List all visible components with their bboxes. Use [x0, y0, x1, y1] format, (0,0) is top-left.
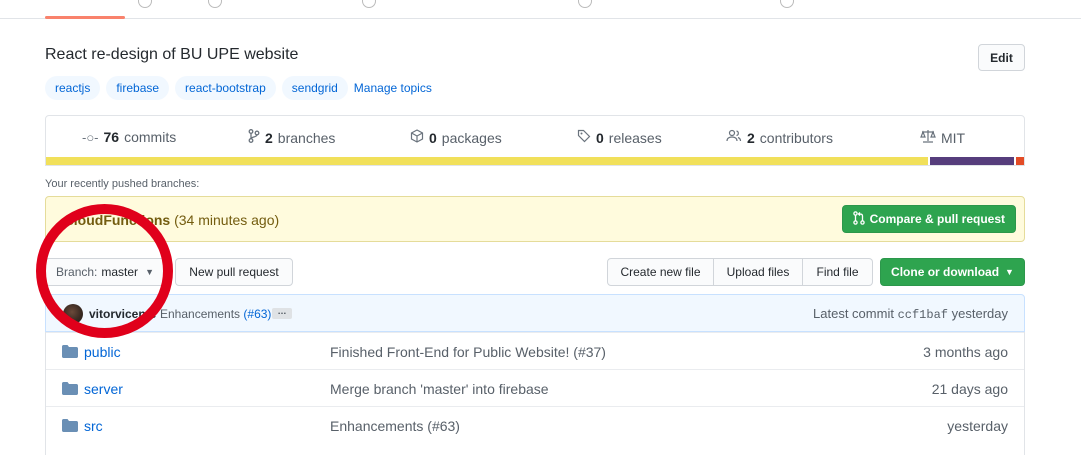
package-icon	[410, 129, 424, 146]
branches-link[interactable]: 2 branches	[248, 129, 335, 146]
file-commit-message[interactable]: Enhancements (#63)	[330, 418, 460, 434]
language-bar[interactable]	[46, 157, 1024, 165]
folder-icon	[62, 419, 78, 432]
topic-tag[interactable]: firebase	[106, 76, 170, 100]
language-segment	[930, 157, 1015, 165]
compare-pull-request-button[interactable]: Compare & pull request	[841, 205, 1016, 233]
license-link[interactable]: MIT	[920, 129, 965, 146]
file-list: public Finished Front-End for Public Web…	[45, 332, 1025, 455]
topic-tag[interactable]: react-bootstrap	[175, 76, 276, 100]
file-commit-message[interactable]: Finished Front-End for Public Website! (…	[330, 344, 606, 360]
releases-link[interactable]: 0 releases	[577, 129, 662, 146]
recent-branch-time: (34 minutes ago)	[174, 212, 280, 228]
repo-description: React re-design of BU UPE website	[45, 46, 299, 63]
language-segment	[46, 157, 929, 165]
language-segment	[1016, 157, 1024, 165]
file-name-link[interactable]: src	[84, 418, 103, 434]
people-icon	[726, 129, 742, 146]
upload-files-button[interactable]: Upload files	[714, 258, 803, 286]
topics-list: reactjs firebase react-bootstrap sendgri…	[45, 76, 432, 100]
new-pull-request-button[interactable]: New pull request	[175, 258, 293, 286]
manage-topics-link[interactable]: Manage topics	[354, 81, 432, 95]
file-commit-message[interactable]: Merge branch 'master' into firebase	[330, 381, 549, 397]
file-row: server Merge branch 'master' into fireba…	[46, 369, 1024, 406]
file-age: yesterday	[947, 418, 1008, 434]
tag-icon	[577, 129, 591, 146]
recent-branches-label: Your recently pushed branches:	[45, 178, 200, 190]
file-actions-group: Create new file Upload files Find file	[607, 258, 873, 286]
commit-pr-link[interactable]: (#63)	[243, 307, 271, 321]
tab-icon	[780, 0, 794, 8]
tab-icon	[208, 0, 222, 8]
create-new-file-button[interactable]: Create new file	[607, 258, 714, 286]
recent-branch-banner: cloudFunctions (34 minutes ago) Compare …	[45, 196, 1025, 242]
topic-tag[interactable]: sendgrid	[281, 76, 348, 100]
edit-button[interactable]: Edit	[978, 44, 1025, 71]
tab-icon	[578, 0, 592, 8]
clone-download-button[interactable]: Clone or download ▼	[880, 258, 1025, 286]
tab-icon	[362, 0, 376, 8]
file-age: 3 months ago	[923, 344, 1008, 360]
folder-icon	[62, 345, 78, 358]
law-icon	[920, 129, 936, 146]
active-tab-indicator	[45, 16, 125, 19]
find-file-button[interactable]: Find file	[803, 258, 873, 286]
tab-icon	[138, 0, 152, 8]
packages-link[interactable]: 0 packages	[410, 129, 502, 146]
repo-nav-tabs	[0, 0, 1081, 19]
topic-tag[interactable]: reactjs	[45, 76, 101, 100]
caret-down-icon: ▼	[1005, 267, 1014, 277]
contributors-link[interactable]: 2 contributors	[726, 129, 833, 146]
branch-icon	[248, 129, 260, 146]
commits-link[interactable]: -○- 76 commits	[82, 129, 176, 145]
commit-message[interactable]: Enhancements (#63)	[160, 307, 271, 321]
file-name-link[interactable]: server	[84, 381, 123, 397]
commit-sha[interactable]: ccf1baf	[898, 308, 948, 322]
repo-summary: -○- 76 commits 2 branches 0 packages 0 r…	[45, 115, 1025, 166]
latest-commit-bar: vitorvicente Enhancements (#63) … Latest…	[45, 294, 1025, 332]
file-row: public Finished Front-End for Public Web…	[46, 332, 1024, 369]
annotation-circle	[36, 204, 173, 338]
expand-commit-button[interactable]: …	[272, 307, 292, 319]
file-name-link[interactable]: public	[84, 344, 121, 360]
file-age: 21 days ago	[931, 381, 1008, 397]
folder-icon	[62, 382, 78, 395]
file-row: src Enhancements (#63) yesterday	[46, 406, 1024, 443]
latest-commit-info: Latest commit ccf1baf yesterday	[813, 306, 1008, 322]
pull-request-icon	[852, 210, 865, 228]
commit-icon: -○-	[82, 129, 99, 145]
